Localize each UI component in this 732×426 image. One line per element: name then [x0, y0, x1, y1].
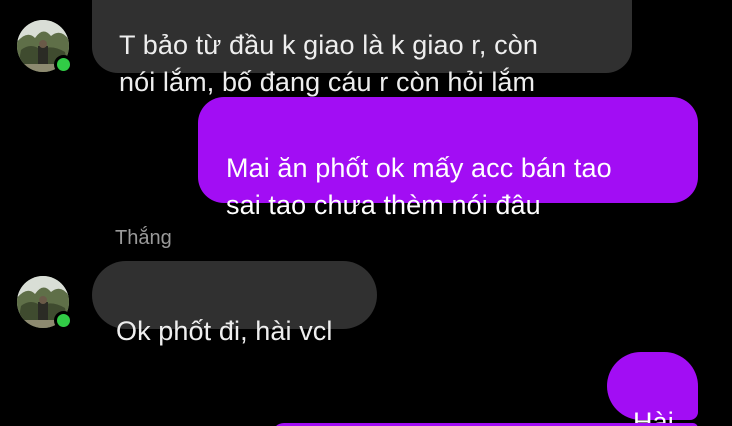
outgoing-message-bubble[interactable]: Mai ăn phốt ok mấy acc bán tao sai tao c… — [198, 97, 698, 220]
outgoing-message-bubble[interactable]: Hài — [607, 352, 698, 426]
sender-name-label: Thắng — [115, 227, 172, 249]
incoming-message-bubble[interactable]: T bảo từ đầu k giao là k giao r, còn nói… — [92, 0, 632, 97]
incoming-message-bubble[interactable]: Ok phốt đi, hài vcl — [92, 261, 377, 346]
online-status-dot — [54, 55, 73, 74]
contact-avatar[interactable] — [17, 276, 73, 330]
message-text: T bảo từ đầu k giao là k giao r, còn nói… — [119, 30, 538, 97]
message-text: Mai ăn phốt ok mấy acc bán tao sai tao c… — [226, 153, 612, 220]
online-status-dot — [54, 311, 73, 330]
chat-thread: T bảo từ đầu k giao là k giao r, còn nói… — [0, 0, 732, 426]
message-text: Ok phốt đi, hài vcl — [116, 316, 333, 346]
contact-avatar[interactable] — [17, 20, 73, 74]
